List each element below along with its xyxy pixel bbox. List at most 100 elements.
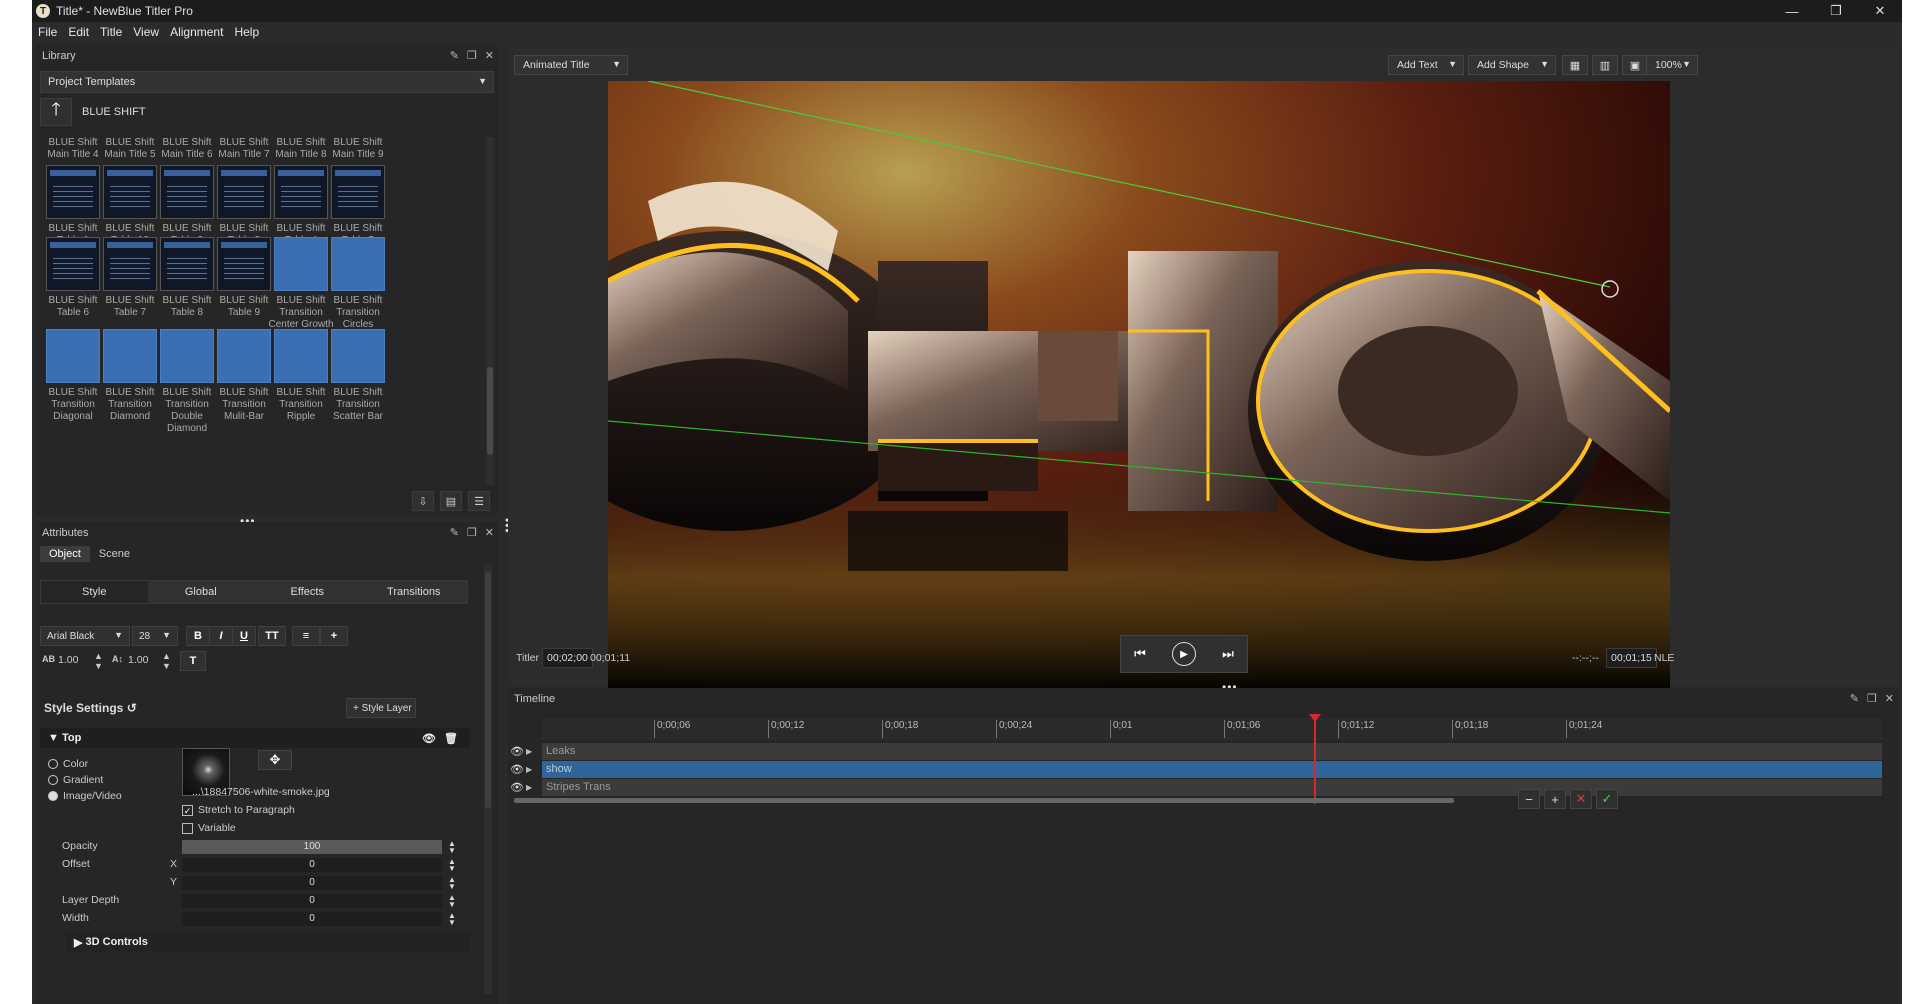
tab-object[interactable]: Object [40, 546, 90, 562]
eye-icon[interactable]: 👁 [422, 732, 436, 745]
play-icon[interactable]: ▶ [1171, 642, 1196, 666]
offset-x-field[interactable]: 0 [182, 858, 442, 872]
width-field[interactable]: 0 [182, 912, 442, 926]
eye-icon[interactable]: 👁 [508, 763, 526, 776]
timeline-track[interactable]: 👁 ▶ Leaks [508, 742, 1882, 760]
fill-gradient-radio[interactable]: Gradient [48, 774, 103, 786]
subtab-transitions[interactable]: Transitions [361, 581, 468, 603]
menu-file[interactable]: File [38, 25, 57, 39]
menu-alignment[interactable]: Alignment [170, 25, 223, 39]
subtab-global[interactable]: Global [148, 581, 255, 603]
caps-button[interactable]: TT [258, 626, 286, 646]
tab-scene[interactable]: Scene [90, 546, 139, 562]
layer-depth-field[interactable]: 0 [182, 894, 442, 908]
save-template-icon[interactable]: ⇩ [412, 491, 434, 511]
bold-button[interactable]: B [186, 626, 210, 646]
minimize-button[interactable]: — [1770, 0, 1814, 22]
zoom-in-button[interactable]: + [1544, 789, 1566, 809]
timeline-ruler[interactable]: 0;00;06 0;00;12 0;00;18 0;00;24 0;01 0;01;06 0… [542, 718, 1882, 740]
float-icon[interactable]: ❐ [1867, 692, 1877, 705]
title-type-dropdown[interactable]: Animated Title ▼ [514, 55, 628, 75]
accept-button[interactable]: ✓ [1596, 789, 1618, 809]
reset-icon[interactable]: ↺ [127, 701, 137, 715]
spinner-icon[interactable]: ▲ ▼ [448, 912, 456, 927]
nle-duration[interactable]: 00;01;15 [1606, 648, 1657, 668]
preview-canvas[interactable] [608, 81, 1670, 693]
expand-icon[interactable]: ▶ [526, 783, 536, 792]
close-button[interactable]: ✕ [1858, 0, 1902, 22]
underline-button[interactable]: U [232, 626, 256, 646]
skip-start-icon[interactable]: ⏮ [1134, 646, 1146, 662]
zoom-dropdown[interactable]: 100% ▼ [1646, 55, 1698, 75]
menu-help[interactable]: Help [234, 25, 259, 39]
align-button[interactable]: ≡ [292, 626, 320, 646]
add-shape-button[interactable]: Add Shape ▼ [1468, 55, 1556, 75]
spinner-icon[interactable]: ▲ ▼ [448, 840, 456, 855]
template-tile[interactable]: BLUE Shift Transition Circles [325, 237, 391, 331]
opacity-field[interactable]: 100 [182, 840, 442, 854]
eye-icon[interactable]: 👁 [508, 745, 526, 758]
attributes-scrollbar[interactable] [484, 564, 492, 994]
expand-icon[interactable]: ▶ [526, 765, 536, 774]
pin-icon[interactable]: ✎ [1850, 692, 1859, 705]
track-clip[interactable]: Leaks [542, 742, 1882, 760]
safe-area-icon[interactable]: ▣ [1622, 55, 1648, 75]
spinner-icon[interactable]: ▲ ▼ [448, 858, 456, 873]
float-icon[interactable]: ❐ [467, 526, 477, 539]
expand-icon[interactable]: ▶ [526, 747, 536, 756]
spinner-icon[interactable]: ▲ ▼ [448, 894, 456, 909]
menu-view[interactable]: View [133, 25, 159, 39]
spinner-icon[interactable]: ▲ ▼ [162, 651, 171, 671]
offset-y-field[interactable]: 0 [182, 876, 442, 890]
subtab-effects[interactable]: Effects [254, 581, 361, 603]
3d-controls-header[interactable]: ▶ 3D Controls [66, 932, 470, 952]
font-size-select[interactable]: 28 ▼ [132, 626, 178, 646]
restore-button[interactable]: ❐ [1814, 0, 1858, 22]
eye-icon[interactable]: 👁 [508, 781, 526, 794]
menu-title[interactable]: Title [100, 25, 122, 39]
layer-header[interactable]: ▼ Top 👁 🗑 [40, 728, 470, 748]
track-clip[interactable]: Stripes Trans [542, 778, 1882, 796]
category-dropdown[interactable]: Project Templates ▼ [40, 71, 494, 93]
timeline-track[interactable]: 👁 ▶ show [508, 760, 1882, 778]
pin-icon[interactable]: ✎ [450, 526, 459, 539]
library-scrollbar[interactable] [486, 137, 494, 485]
text-type-button[interactable]: T [180, 651, 206, 671]
folder-icon[interactable]: ▤ [440, 491, 462, 511]
template-tile[interactable]: BLUE Shift Main Title 9 [325, 137, 391, 161]
panel-close-icon[interactable]: ✕ [485, 49, 494, 62]
timeline-scrollbar[interactable] [510, 796, 1514, 804]
move-icon[interactable]: ✥ [258, 750, 292, 770]
fill-color-radio[interactable]: Color [48, 758, 88, 770]
fill-image-radio[interactable]: Image/Video [48, 790, 122, 802]
leading-value[interactable]: 1.00 [128, 654, 148, 666]
trash-icon[interactable]: 🗑 [444, 732, 458, 745]
tracking-value[interactable]: 1.00 [58, 654, 78, 666]
list-view-icon[interactable]: ☰ [468, 491, 490, 511]
titler-duration[interactable]: 00;02;00 [542, 648, 593, 668]
skip-end-icon[interactable]: ⏭ [1222, 646, 1234, 662]
stretch-checkbox[interactable]: ✓ Stretch to Paragraph [182, 804, 295, 816]
up-folder-button[interactable]: 🡑 [40, 98, 72, 126]
valign-button[interactable]: + [320, 626, 348, 646]
playhead[interactable] [1309, 714, 1321, 804]
variable-checkbox[interactable]: Variable [182, 822, 236, 834]
pin-icon[interactable]: ✎ [450, 49, 459, 62]
timeline-track[interactable]: 👁 ▶ Stripes Trans [508, 778, 1882, 796]
add-text-button[interactable]: Add Text ▼ [1388, 55, 1464, 75]
cancel-button[interactable]: ✕ [1570, 789, 1592, 809]
float-icon[interactable]: ❐ [467, 49, 477, 62]
panel-close-icon[interactable]: ✕ [1885, 692, 1894, 705]
panel-close-icon[interactable]: ✕ [485, 526, 494, 539]
template-tile[interactable]: BLUE Shift Transition Scatter Bar [325, 329, 391, 423]
spinner-icon[interactable]: ▲ ▼ [448, 876, 456, 891]
menu-edit[interactable]: Edit [68, 25, 89, 39]
spinner-icon[interactable]: ▲ ▼ [94, 651, 103, 671]
ruler-icon[interactable]: ▥ [1592, 55, 1618, 75]
grid-icon[interactable]: ▦ [1562, 55, 1588, 75]
zoom-out-button[interactable]: − [1518, 789, 1540, 809]
italic-button[interactable]: I [209, 626, 233, 646]
style-layer-button[interactable]: + Style Layer [346, 698, 416, 718]
font-family-select[interactable]: Arial Black ▼ [40, 626, 130, 646]
template-tile[interactable]: BLUE Shift Table 5 [325, 165, 391, 247]
